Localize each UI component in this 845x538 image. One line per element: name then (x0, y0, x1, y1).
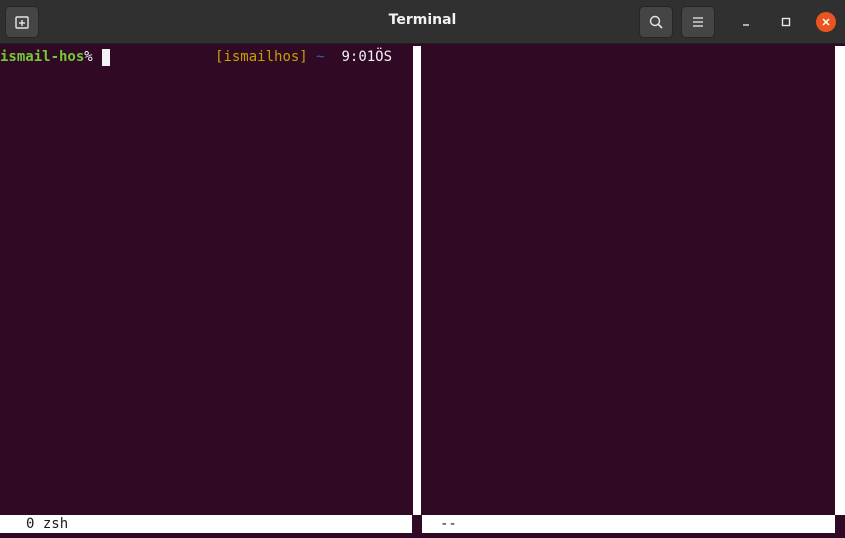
window-title: Terminal (388, 12, 457, 28)
status-divider-gap (412, 515, 422, 533)
minimize-button[interactable] (736, 12, 756, 32)
prompt-user: ismail-hos (0, 49, 85, 65)
minimize-icon (740, 13, 752, 32)
title-bar: Terminal (0, 0, 845, 44)
search-button[interactable] (639, 6, 673, 38)
tmux-status-bar: 0 zsh -- (0, 515, 835, 533)
terminal-window: Terminal ismail-hos% [ismailhos] ~ 9:01Ö… (0, 0, 845, 538)
menu-button[interactable] (681, 6, 715, 38)
search-icon (648, 14, 664, 30)
tmux-pane-left[interactable]: ismail-hos% [ismailhos] ~ 9:01ÖS (0, 44, 412, 515)
pane-divider[interactable] (413, 46, 421, 515)
status-window-list[interactable]: 0 zsh (26, 515, 68, 533)
right-prompt: [ismailhos] ~ 9:01ÖS (215, 49, 392, 66)
maximize-button[interactable] (776, 12, 796, 32)
new-tab-icon (14, 14, 30, 30)
new-tab-button[interactable] (5, 6, 39, 38)
hamburger-menu-icon (691, 15, 705, 29)
prompt-symbol: % (84, 49, 93, 65)
text-cursor (101, 49, 110, 66)
maximize-icon (780, 13, 792, 32)
bottom-strip (0, 533, 845, 538)
scrollbar-track[interactable] (835, 46, 845, 515)
tmux-pane-right[interactable] (422, 44, 835, 515)
rprompt-host: ismailhos (223, 49, 300, 65)
shell-prompt: ismail-hos% (0, 49, 110, 66)
status-right-text: -- (440, 516, 457, 532)
rprompt-directory: ~ (316, 49, 325, 65)
terminal-area[interactable]: ismail-hos% [ismailhos] ~ 9:01ÖS 0 zsh -… (0, 44, 845, 538)
close-icon (820, 13, 832, 32)
rprompt-close-bracket: ] (299, 49, 308, 65)
rprompt-clock: 9:01ÖS (341, 49, 393, 65)
close-button[interactable] (816, 12, 836, 32)
